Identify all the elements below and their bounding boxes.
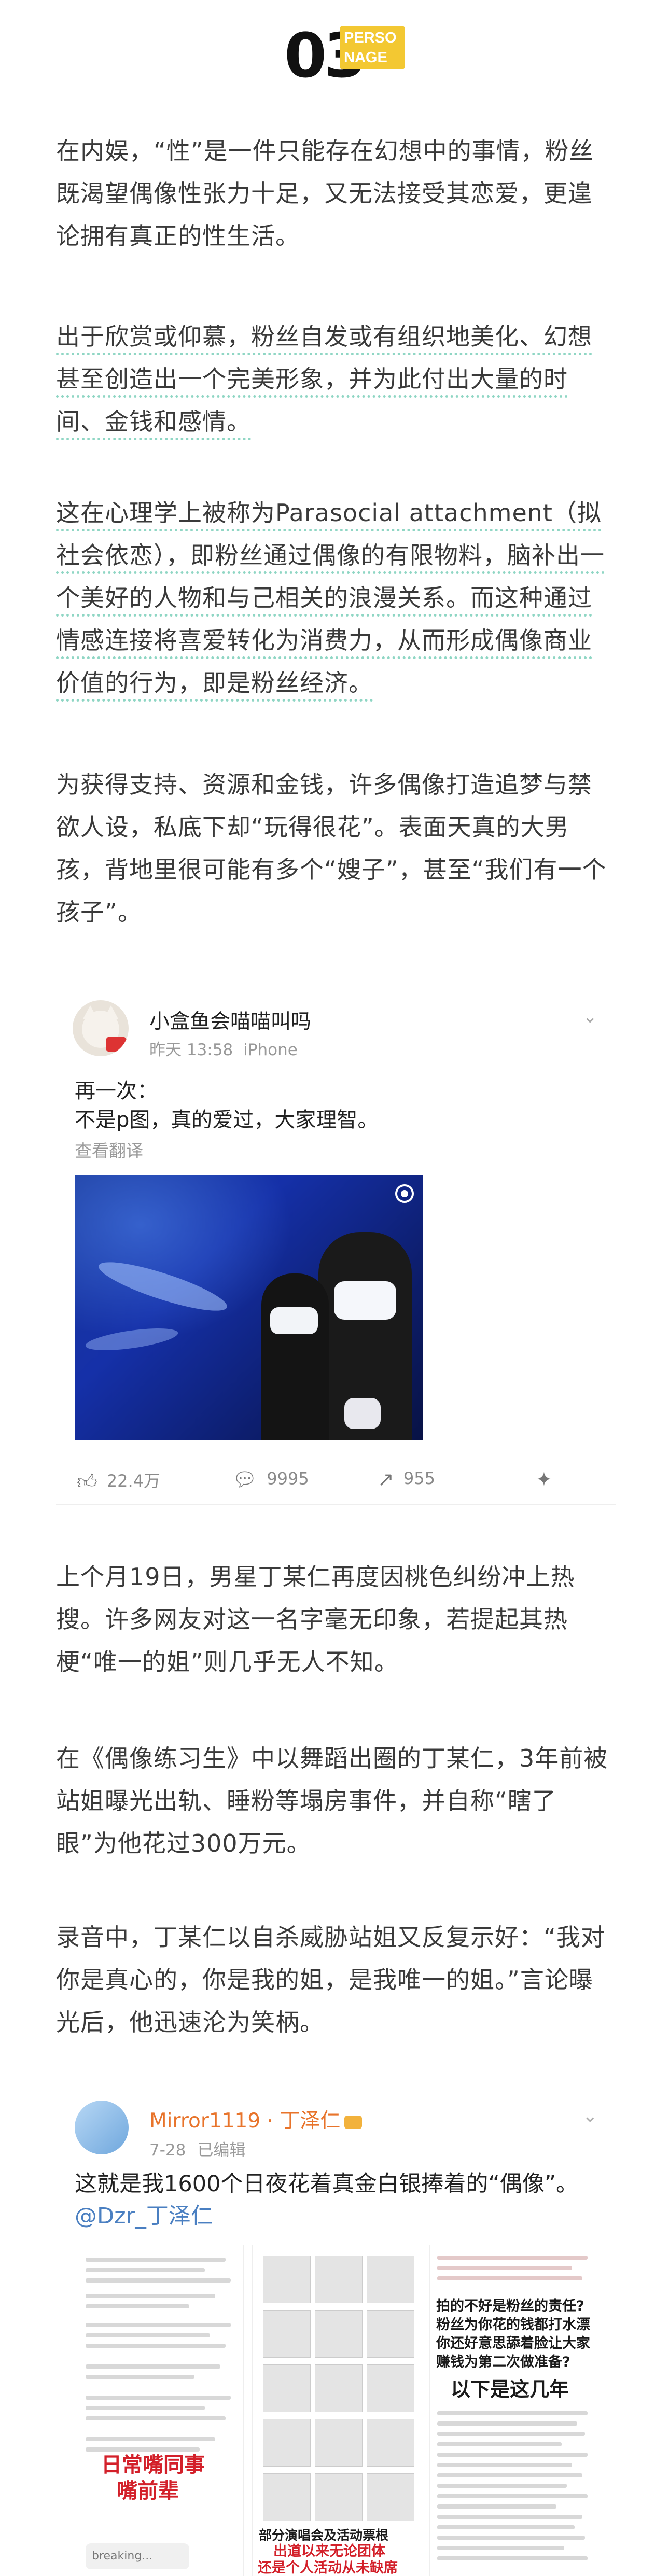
chevron-down-icon[interactable]: ⌄ [583, 2106, 598, 2126]
like-icon: 👍︎ [77, 1470, 97, 1493]
post-photo[interactable] [75, 1175, 423, 1440]
live-photo-icon [395, 1184, 414, 1203]
article-paragraph: 在《偶像练习生》中以舞蹈出圈的丁某仁，3年前被站姐曝光出轨、睡粉等塌房事件，并自… [56, 1744, 608, 1857]
share-button[interactable]: ✦ [536, 1468, 562, 1491]
chat-snippet: breaking... [86, 2543, 189, 2569]
chevron-down-icon[interactable]: ⌄ [583, 1006, 598, 1027]
comment-icon: 💬︎ [232, 1468, 258, 1491]
post-username[interactable]: 小盒鱼会喵喵叫吗 [149, 1005, 311, 1034]
repost-button[interactable]: ↗ 955 [378, 1468, 435, 1491]
like-count: 22.4万 [106, 1471, 160, 1491]
post-image-grid: 日常嘴同事 嘴前辈 breaking... 部分演唱会及活动票根 出道以来无论团… [75, 2245, 598, 2576]
share-icon: ✦ [536, 1468, 552, 1491]
image-heading: 粉丝为你花的钱都打水漂 [436, 2317, 590, 2333]
article-paragraph: 上个月19日，男星丁某仁再度因桃色纠纷冲上热搜。许多网友对这一名字毫无印象，若提… [56, 1563, 575, 1676]
post-date: 7-28 [149, 2141, 186, 2160]
post-text: 再一次： 不是p图，真的爱过，大家理智。 [75, 1079, 379, 1132]
comment-button[interactable]: 💬︎ 9995 [232, 1468, 309, 1491]
image-caption: 嘴前辈 [117, 2479, 179, 2503]
like-button[interactable]: 👍︎ 22.4万 [77, 1468, 160, 1494]
translate-link[interactable]: 查看翻译 [75, 1137, 143, 1162]
article-paragraph: 为获得支持、资源和金钱，许多偶像打造追梦与禁欲人设，私底下却“玩得很花”。表面天… [56, 771, 607, 926]
comment-count: 9995 [267, 1468, 309, 1489]
post-meta: 7-28 已编辑 [149, 2137, 257, 2160]
image-caption: 日常嘴同事 [101, 2453, 205, 2477]
image-heading: 拍的不好是粉丝的责任? [436, 2298, 584, 2314]
repost-icon: ↗ [378, 1468, 394, 1491]
post-username[interactable]: Mirror1119 · 丁泽仁 [149, 2105, 363, 2134]
mention-link[interactable]: @Dzr_丁泽仁 [75, 2203, 213, 2229]
image-heading: 你还好意思舔着脸让大家 [436, 2335, 590, 2351]
post-meta: 昨天 13:58 iPhone [149, 1037, 308, 1060]
article-paragraph: 录音中，丁某仁以自杀威胁站姐又反复示好：“我对你是真心的，你是我的姐，是我唯一的… [56, 1923, 605, 2036]
image-heading: 以下是这几年 [451, 2378, 569, 2401]
post-action-bar: 👍︎ 22.4万 💬︎ 9995 ↗ 955 ✦ [56, 1458, 616, 1499]
article-paragraph: 在内娱，“性”是一件只能存在幻想中的事情，粉丝既渴望偶像性张力十足，又无法接受其… [56, 137, 594, 250]
post-device: iPhone [243, 1041, 298, 1059]
section-badge: PERSO NAGE [340, 26, 405, 69]
highlighted-text: 出于欣赏或仰慕，粉丝自发或有组织地美化、幻想甚至创造出一个完美形象，并为此付出大… [56, 323, 592, 440]
article-paragraph-highlighted: 出于欣赏或仰慕，粉丝自发或有组织地美化、幻想甚至创造出一个完美形象，并为此付出大… [56, 315, 616, 443]
weibo-post-screenshot: 小盒鱼会喵喵叫吗 昨天 13:58 iPhone ⌄ 再一次： 不是p图，真的爱过… [56, 975, 616, 1505]
image-caption: 还是个人活动从未缺席 [258, 2560, 398, 2576]
highlighted-text: 这在心理学上被称为Parasocial attachment（拟社会依恋），即粉… [56, 499, 605, 702]
post-text: 这就是我1600个日夜花着真金白银捧着的“偶像”。@Dzr_丁泽仁 [75, 2171, 578, 2229]
post-image-2[interactable]: 部分演唱会及活动票根 出道以来无论团体 还是个人活动从未缺席 [252, 2245, 421, 2576]
avatar[interactable] [75, 2101, 129, 2154]
post-image-3[interactable]: 拍的不好是粉丝的责任? 粉丝为你花的钱都打水漂 你还好意思舔着脸让大家 赚钱为第… [429, 2245, 598, 2576]
repost-count: 955 [403, 1468, 435, 1488]
post-time: 昨天 13:58 [149, 1041, 233, 1059]
post-image-1[interactable]: 日常嘴同事 嘴前辈 breaking... [75, 2245, 244, 2576]
image-heading: 赚钱为第二次做准备? [436, 2354, 570, 2370]
crown-icon [344, 2115, 363, 2129]
section-header: 03 PERSO NAGE [0, 10, 669, 86]
article-paragraph-highlighted: 这在心理学上被称为Parasocial attachment（拟社会依恋），即粉… [56, 492, 616, 704]
avatar[interactable] [73, 1000, 129, 1056]
post-edited: 已编辑 [197, 2141, 246, 2160]
section-badge-line2: NAGE [344, 49, 387, 66]
section-badge-line1: PERSO [344, 30, 397, 46]
embedded-weibo-post: Mirror1119 · 丁泽仁 7-28 已编辑 ⌄ 这就是我1600个日夜花着… [56, 2090, 616, 2576]
